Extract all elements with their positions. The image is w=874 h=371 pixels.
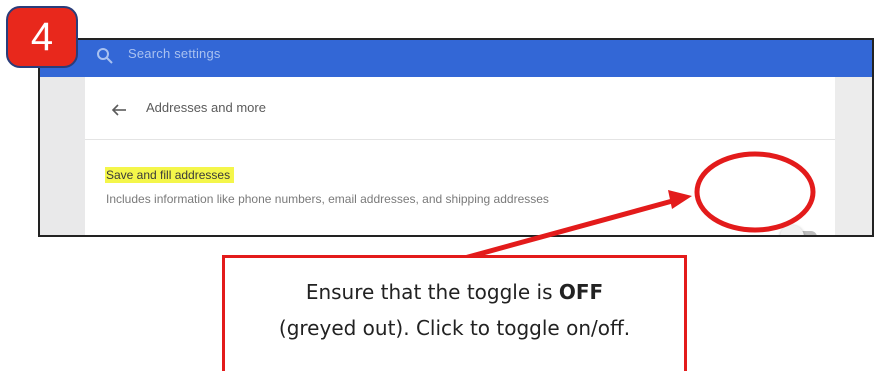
divider	[85, 139, 835, 140]
setting-description: Includes information like phone numbers,…	[106, 192, 549, 206]
callout-line-2: (greyed out). Click to toggle on/off.	[278, 316, 631, 340]
right-gutter	[835, 77, 872, 235]
instruction-callout: Ensure that the toggle is OFF (greyed ou…	[222, 255, 687, 371]
toggle-knob	[780, 225, 804, 235]
settings-topbar: Search settings	[40, 40, 872, 77]
setting-label-highlighted: Save and fill addresses	[105, 167, 235, 183]
callout-text-prefix: Ensure that the toggle is	[305, 280, 559, 304]
arrow-left-icon[interactable]	[110, 101, 128, 119]
search-input[interactable]: Search settings	[128, 46, 221, 61]
tutorial-stage: Search settings Addresses and more Save …	[0, 0, 874, 371]
section-title: Addresses and more	[146, 100, 266, 115]
callout-text-bold: OFF	[558, 280, 604, 304]
step-number-badge: 4	[6, 6, 78, 68]
chrome-settings-screenshot: Search settings Addresses and more Save …	[38, 38, 874, 237]
callout-line-1: Ensure that the toggle is OFF	[225, 274, 684, 310]
save-addresses-toggle[interactable]	[777, 217, 821, 235]
settings-page: Addresses and more Save and fill address…	[85, 77, 835, 235]
search-icon[interactable]	[95, 46, 115, 66]
